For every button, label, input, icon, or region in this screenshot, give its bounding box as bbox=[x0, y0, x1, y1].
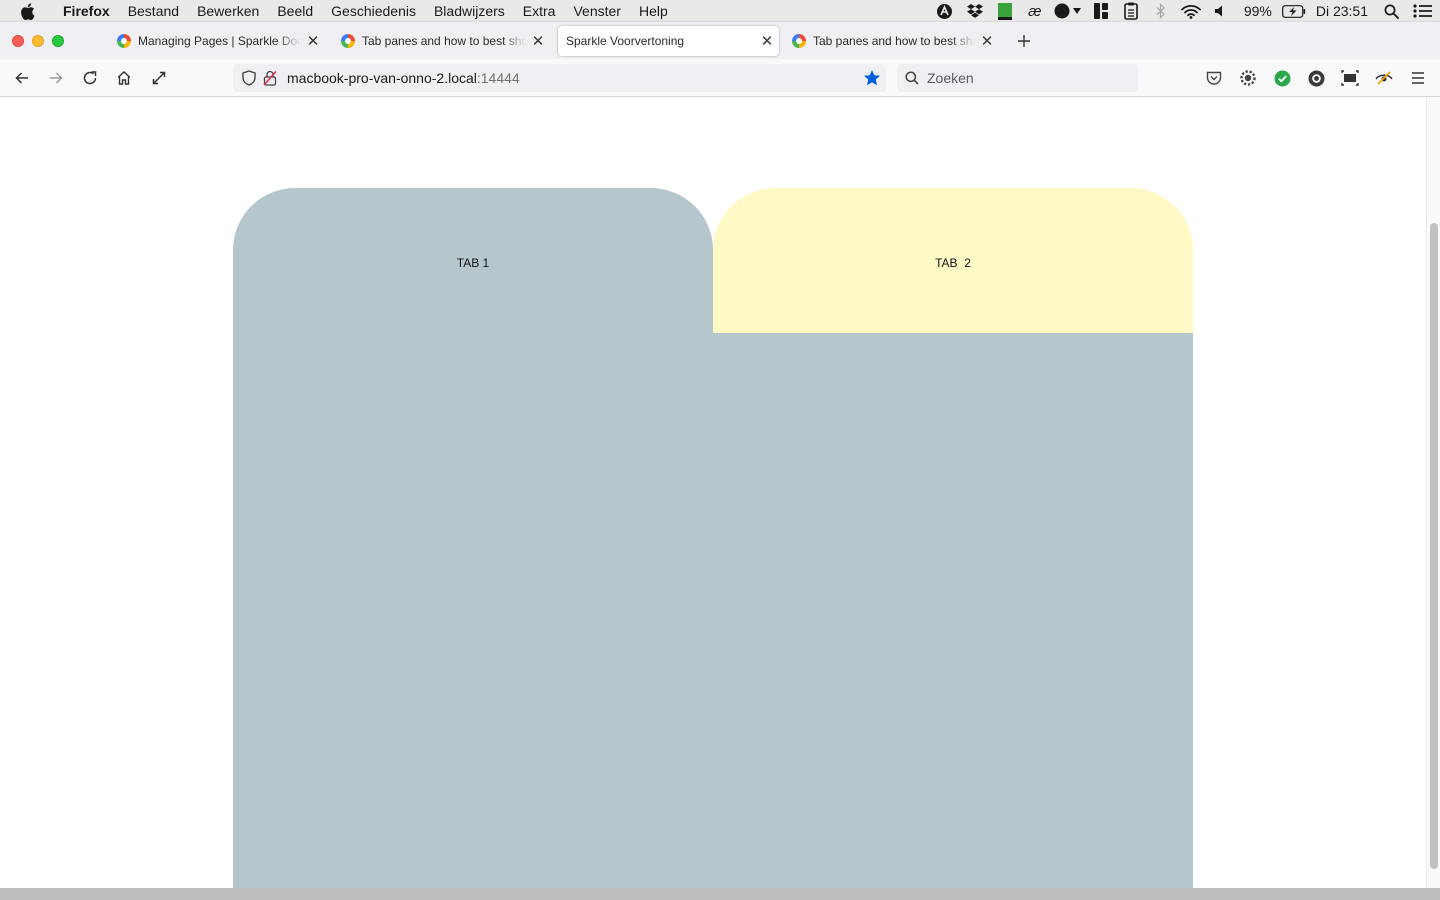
green-check-icon[interactable] bbox=[1268, 64, 1296, 92]
ae-icon[interactable]: æ bbox=[1020, 0, 1050, 22]
tab-header-2-label: TAB 2 bbox=[935, 256, 971, 270]
menubar-status-area: æ 99% Di 23:51 bbox=[930, 0, 1440, 22]
scrollbar-thumb[interactable] bbox=[1430, 223, 1438, 869]
menu-bestand[interactable]: Bestand bbox=[119, 0, 188, 22]
menu-app-name[interactable]: Firefox bbox=[54, 0, 119, 22]
sparkle-favicon bbox=[341, 34, 355, 48]
menu-bladwijzers[interactable]: Bladwijzers bbox=[425, 0, 514, 22]
browser-tab-2[interactable]: Tab panes and how to best show them ✕ bbox=[333, 26, 550, 56]
tab-header-1-label: TAB 1 bbox=[456, 256, 490, 270]
toggle-icon[interactable] bbox=[1050, 0, 1086, 22]
browser-tab-4[interactable]: Tab panes and how to best show them ✕ bbox=[784, 26, 999, 56]
bookmark-star-icon[interactable] bbox=[862, 68, 882, 88]
navigation-toolbar: macbook-pro-van-onno-2.local:14444 Zoeke… bbox=[0, 59, 1440, 97]
menu-icon[interactable] bbox=[1404, 64, 1432, 92]
minimize-window-button[interactable] bbox=[32, 35, 44, 47]
control-center-icon[interactable] bbox=[1406, 0, 1440, 22]
firefox-window: Managing Pages | Sparkle Documentation ✕… bbox=[0, 22, 1440, 888]
address-bar[interactable]: macbook-pro-van-onno-2.local:14444 bbox=[233, 64, 886, 92]
menu-extra[interactable]: Extra bbox=[514, 0, 565, 22]
url-host: macbook-pro-van-onno-2.local bbox=[287, 70, 477, 86]
pocket-icon[interactable] bbox=[1200, 64, 1228, 92]
spotlight-icon[interactable] bbox=[1376, 0, 1406, 22]
desktop-background bbox=[0, 888, 1440, 900]
search-placeholder: Zoeken bbox=[927, 70, 974, 86]
zoom-window-button[interactable] bbox=[52, 35, 64, 47]
wifi-icon[interactable] bbox=[1176, 0, 1206, 22]
reload-icon[interactable] bbox=[76, 64, 104, 92]
close-icon[interactable]: ✕ bbox=[526, 29, 550, 53]
tab-title: Tab panes and how to best show them bbox=[813, 34, 975, 48]
extension-gear-icon[interactable] bbox=[1234, 64, 1262, 92]
eye-slash-icon[interactable] bbox=[1370, 64, 1398, 92]
volume-icon[interactable] bbox=[1206, 0, 1236, 22]
search-bar[interactable]: Zoeken bbox=[897, 64, 1138, 92]
tab-content-pane bbox=[233, 333, 1193, 888]
tab-title: Managing Pages | Sparkle Documentation bbox=[138, 34, 301, 48]
menu-venster[interactable]: Venster bbox=[564, 0, 629, 22]
apple-icon[interactable] bbox=[0, 2, 54, 20]
notes-icon[interactable] bbox=[990, 0, 1020, 22]
screenshot-icon[interactable] bbox=[1336, 64, 1364, 92]
browser-tab-1[interactable]: Managing Pages | Sparkle Documentation ✕ bbox=[109, 26, 325, 56]
menu-geschiedenis[interactable]: Geschiedenis bbox=[322, 0, 425, 22]
url-port: :14444 bbox=[476, 70, 520, 86]
menu-bewerken[interactable]: Bewerken bbox=[188, 0, 268, 22]
window-controls bbox=[12, 35, 64, 47]
grid-icon[interactable] bbox=[1086, 0, 1116, 22]
search-icon bbox=[897, 71, 927, 85]
browser-tab-3-active[interactable]: Sparkle Voorvertoning ✕ bbox=[558, 26, 779, 56]
bluetooth-icon[interactable] bbox=[1146, 0, 1176, 22]
insecure-lock-icon[interactable] bbox=[259, 70, 281, 86]
battery-percentage: 99% bbox=[1243, 3, 1272, 19]
circle-o-icon[interactable] bbox=[1302, 64, 1330, 92]
macos-menubar: Firefox Bestand Bewerken Beeld Geschiede… bbox=[0, 0, 1440, 22]
tab-header-1[interactable]: TAB 1 bbox=[233, 188, 713, 333]
menu-beeld[interactable]: Beeld bbox=[268, 0, 322, 22]
tab-panes-component: TAB 1 TAB 2 bbox=[233, 188, 1193, 888]
tab-header-2[interactable]: TAB 2 bbox=[713, 188, 1193, 333]
close-icon[interactable]: ✕ bbox=[755, 29, 779, 53]
clipboard-icon[interactable] bbox=[1116, 0, 1146, 22]
battery-icon[interactable] bbox=[1280, 0, 1308, 22]
fullscreen-icon[interactable] bbox=[145, 64, 173, 92]
tab-title: Sparkle Voorvertoning bbox=[566, 34, 685, 48]
close-icon[interactable]: ✕ bbox=[975, 29, 999, 53]
forward-arrow-icon[interactable] bbox=[42, 64, 70, 92]
back-arrow-icon[interactable] bbox=[8, 64, 36, 92]
tab-strip: Managing Pages | Sparkle Documentation ✕… bbox=[0, 22, 1440, 59]
tab-title: Tab panes and how to best show them bbox=[362, 34, 526, 48]
close-icon[interactable]: ✕ bbox=[301, 29, 325, 53]
new-tab-button[interactable] bbox=[1011, 28, 1037, 54]
avast-icon[interactable] bbox=[930, 0, 960, 22]
close-window-button[interactable] bbox=[12, 35, 24, 47]
menu-help[interactable]: Help bbox=[630, 0, 677, 22]
menubar-clock[interactable]: Di 23:51 bbox=[1308, 3, 1376, 19]
tracking-shield-icon[interactable] bbox=[239, 70, 259, 86]
sparkle-favicon bbox=[117, 34, 131, 48]
home-icon[interactable] bbox=[110, 64, 138, 92]
sparkle-favicon bbox=[792, 34, 806, 48]
page-viewport: TAB 1 TAB 2 bbox=[0, 97, 1426, 888]
vertical-scrollbar[interactable] bbox=[1426, 97, 1440, 888]
dropbox-icon[interactable] bbox=[960, 0, 990, 22]
